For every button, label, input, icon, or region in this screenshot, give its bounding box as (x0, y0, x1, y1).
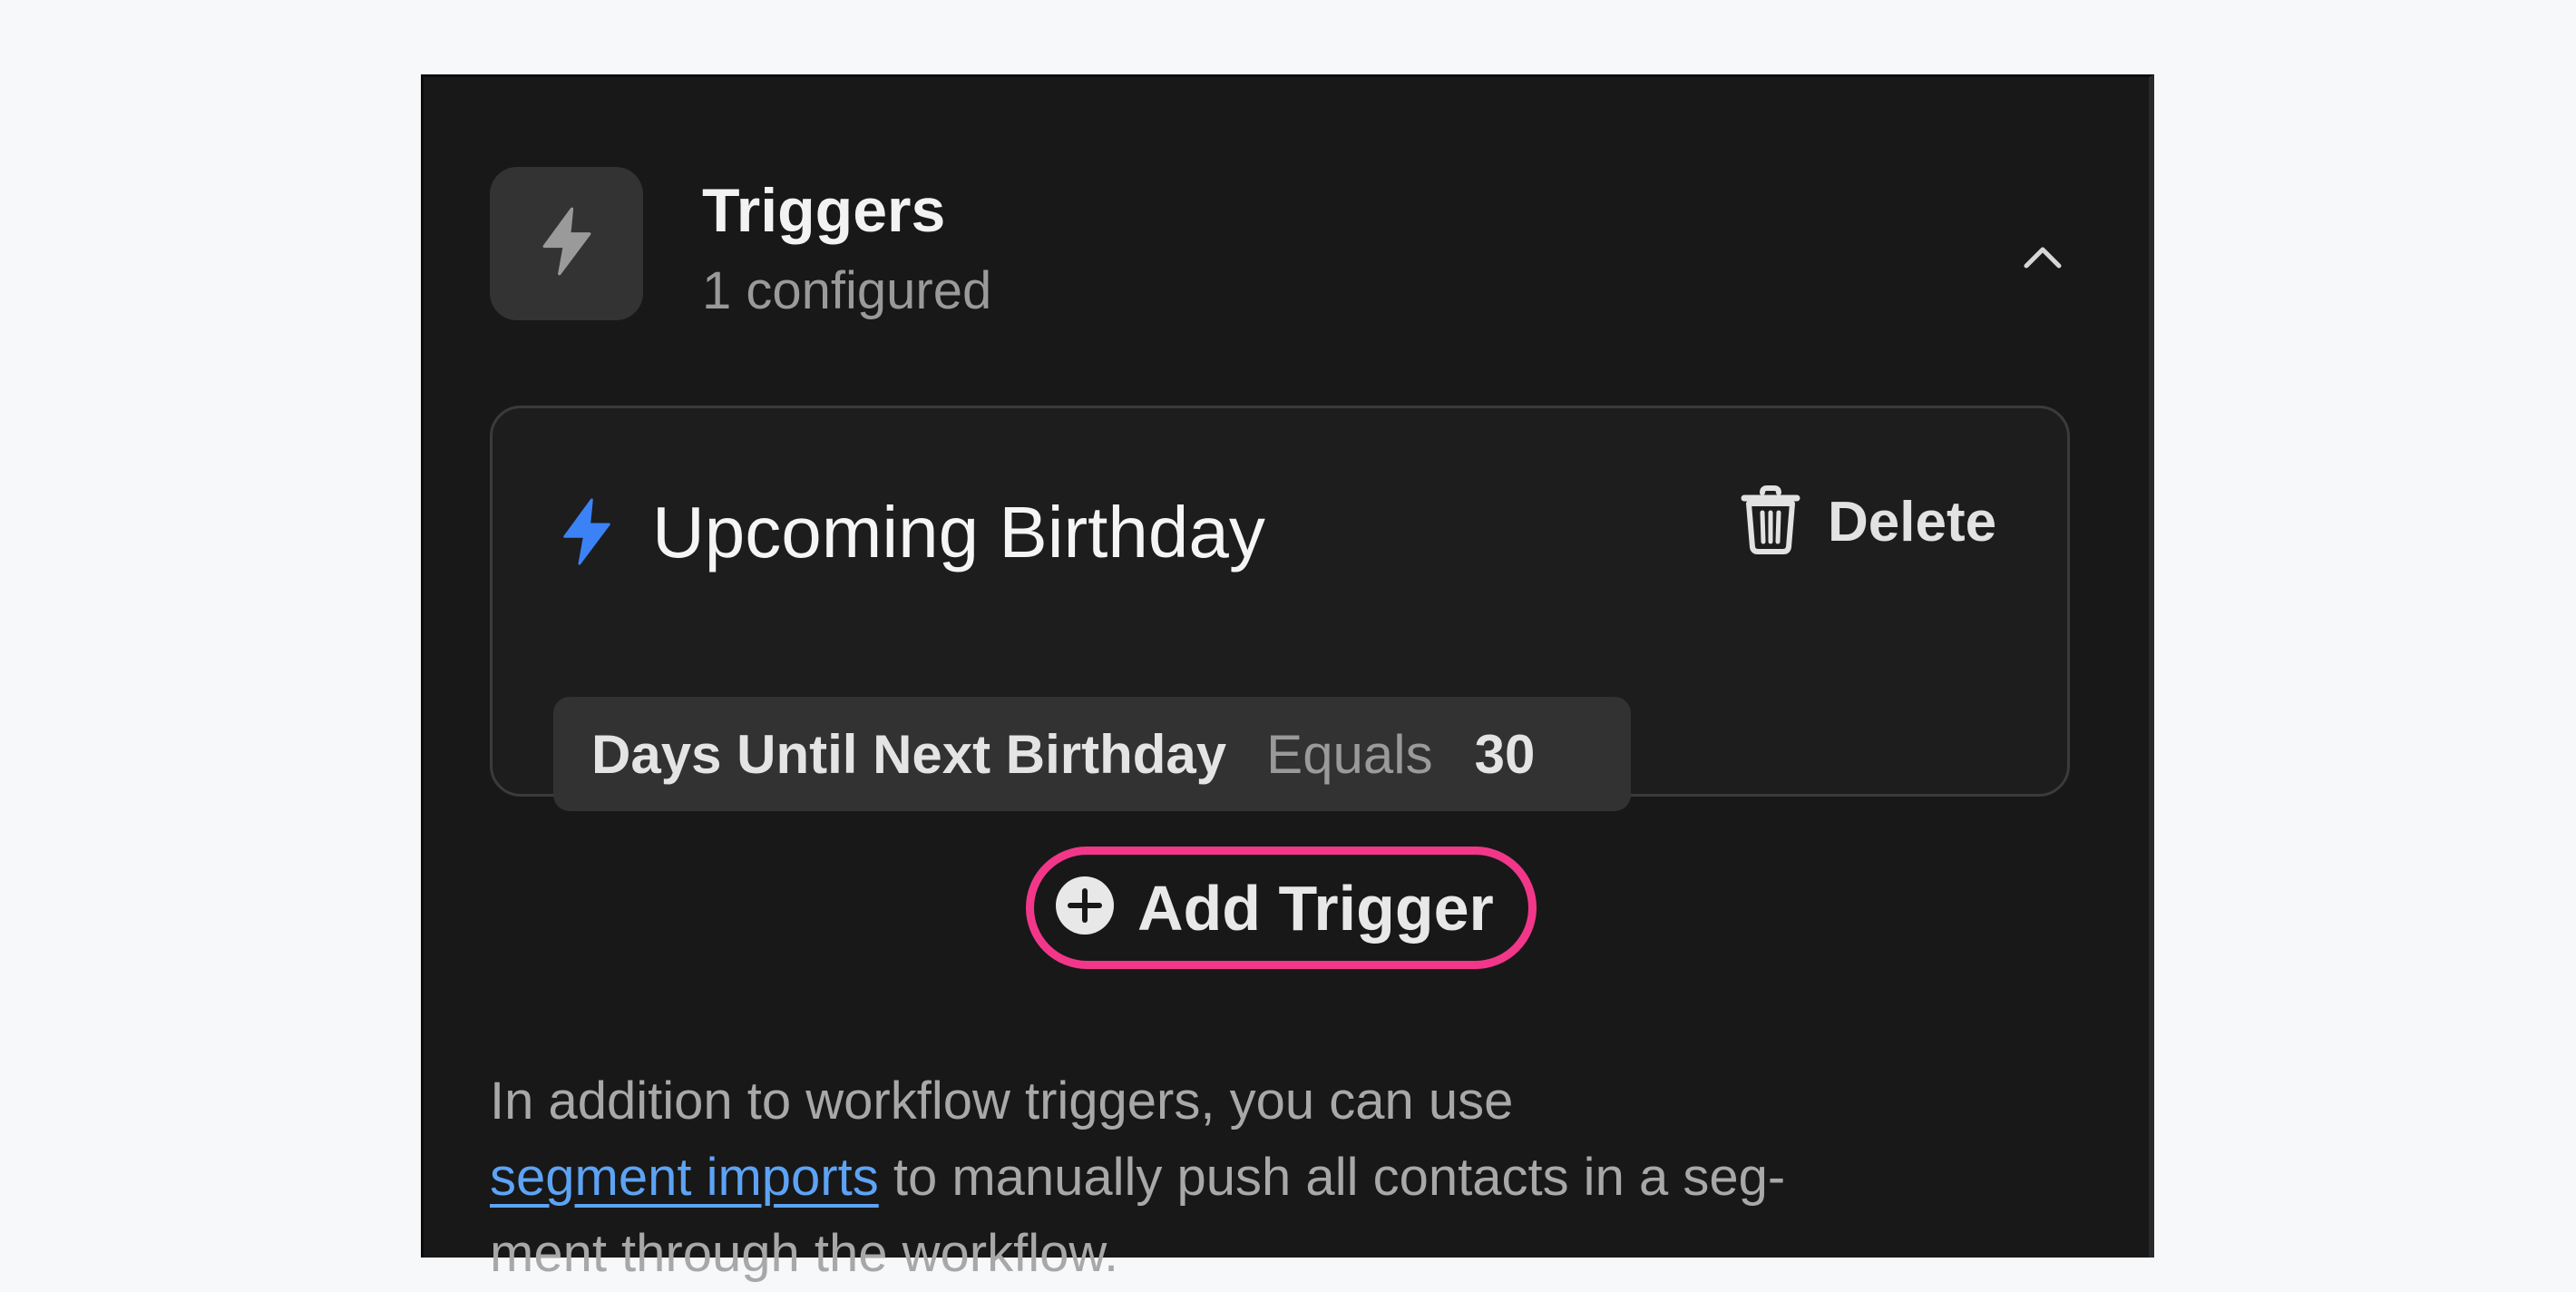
collapse-button[interactable] (2002, 218, 2083, 299)
condition-value: 30 (1474, 723, 1536, 785)
delete-trigger-button[interactable]: Delete (1741, 481, 1996, 563)
helper-text-line: In addition to workflow triggers, you ca… (490, 1072, 1514, 1130)
triggers-header-icon-tile (490, 167, 643, 320)
helper-text-line: ment through the workflow. (490, 1224, 1119, 1283)
triggers-panel: Triggers 1 configured Upcoming Birthday (421, 74, 2154, 1283)
section-title: Triggers (702, 176, 946, 245)
condition-field: Days Until Next Birthday (591, 723, 1227, 785)
helper-text: In addition to workflow triggers, you ca… (490, 1063, 2086, 1292)
plus-circle-icon (1054, 875, 1116, 941)
lightning-bolt-icon (556, 497, 618, 571)
lightning-bolt-icon (537, 206, 597, 281)
add-trigger-button[interactable]: Add Trigger (1026, 847, 1537, 969)
segment-imports-link[interactable]: segment imports (490, 1148, 879, 1207)
section-subtitle: 1 configured (702, 261, 992, 320)
delete-label: Delete (1828, 490, 1997, 553)
trigger-name: Upcoming Birthday (652, 492, 1265, 573)
helper-text-line: segment imports to manually push all con… (490, 1140, 2086, 1216)
condition-operator: Equals (1266, 723, 1433, 785)
helper-text-fragment: to manually push all contacts in a seg- (878, 1148, 1786, 1207)
trigger-condition[interactable]: Days Until Next Birthday Equals 30 (553, 697, 1631, 811)
trigger-card[interactable]: Upcoming Birthday Delete Days Until Next… (490, 406, 2070, 811)
trash-icon (1741, 484, 1800, 559)
add-trigger-label: Add Trigger (1137, 872, 1494, 944)
chevron-up-icon (2023, 244, 2063, 274)
